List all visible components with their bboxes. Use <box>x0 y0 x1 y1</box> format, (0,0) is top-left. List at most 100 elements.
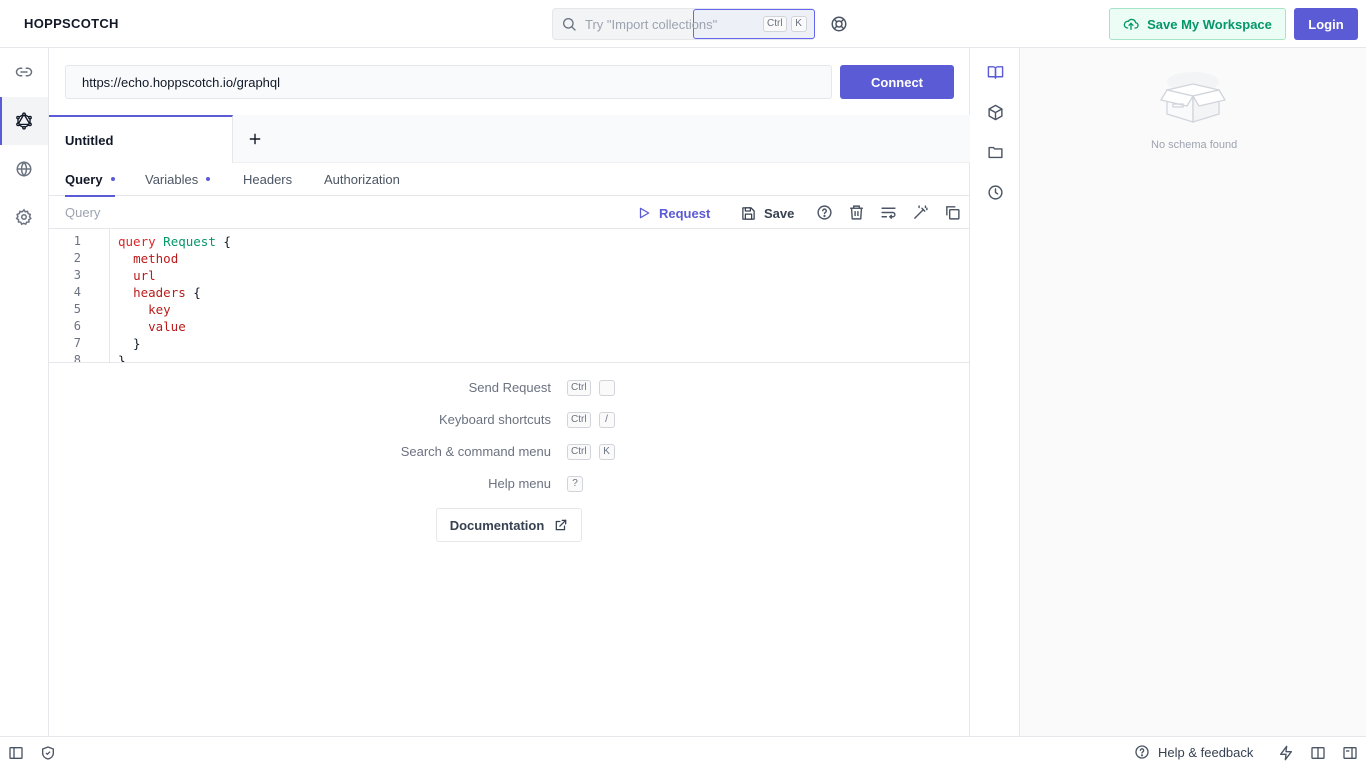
zap-icon[interactable] <box>1278 745 1294 761</box>
shortcut-row: Search & command menu Ctrl K <box>49 442 970 462</box>
kbd-key: Ctrl <box>567 412 591 428</box>
shortcut-keys: Ctrl K <box>567 444 615 460</box>
globe-icon <box>15 160 33 178</box>
save-icon <box>741 206 756 221</box>
request-subtabs: Query Variables Headers Authorization <box>49 163 970 197</box>
folder-icon <box>987 144 1004 161</box>
tab-query[interactable]: Query <box>65 163 115 197</box>
line-number: 2 <box>73 251 81 265</box>
shortcut-row: Help menu ? <box>49 474 970 494</box>
shortcut-label: Help menu <box>488 476 551 491</box>
query-editor[interactable]: 1 2 3 4 5 6 7 8 query Request { method u… <box>49 229 970 363</box>
rail-history[interactable] <box>971 172 1019 212</box>
line-number: 8 <box>73 353 81 363</box>
kbd-key <box>598 380 615 396</box>
clock-icon <box>987 184 1004 201</box>
line-number: 3 <box>73 268 81 282</box>
documentation-button[interactable]: Documentation <box>436 508 582 542</box>
tab-untitled[interactable]: Untitled <box>49 115 233 163</box>
status-bar: Help & feedback <box>0 736 1366 768</box>
support-icon[interactable] <box>830 15 848 33</box>
sidebar-toggle-icon[interactable] <box>8 745 24 761</box>
query-section-label: Query <box>65 205 101 220</box>
line-number-gutter: 1 2 3 4 5 6 7 8 <box>49 229 110 363</box>
login-button[interactable]: Login <box>1294 8 1358 40</box>
save-workspace-label: Save My Workspace <box>1147 16 1272 32</box>
code-line: value <box>148 319 186 334</box>
help-circle-icon[interactable] <box>816 204 834 222</box>
code-line: } <box>118 353 126 363</box>
documentation-label: Documentation <box>449 517 545 533</box>
kbd-key: Ctrl <box>567 380 591 396</box>
wrap-lines-icon[interactable] <box>880 204 898 222</box>
tab-headers[interactable]: Headers <box>243 163 292 195</box>
search-icon <box>561 16 577 32</box>
code-line: url <box>133 268 156 283</box>
plus-icon[interactable] <box>245 129 265 149</box>
save-workspace-button[interactable]: Save My Workspace <box>1109 8 1286 40</box>
search-placeholder: Try "Import collections" <box>585 17 718 32</box>
modified-dot <box>110 177 115 181</box>
line-number: 4 <box>73 285 81 299</box>
request-label: Request <box>659 205 711 221</box>
line-number: 6 <box>73 319 81 333</box>
save-button[interactable]: Save <box>741 202 794 224</box>
cloud-upload-icon <box>1123 16 1139 32</box>
line-number: 1 <box>73 234 81 248</box>
rail-schema[interactable] <box>971 92 1019 132</box>
code-line: method <box>133 251 179 266</box>
trash-icon[interactable] <box>848 204 866 222</box>
columns-layout-icon[interactable] <box>1310 745 1326 761</box>
secondary-sidebar <box>971 48 1020 736</box>
modified-dot <box>206 177 211 181</box>
kbd-key: K <box>790 16 807 32</box>
tab-authorization[interactable]: Authorization <box>324 163 400 195</box>
help-circle-icon <box>1134 744 1150 760</box>
nav-settings[interactable] <box>0 193 48 241</box>
line-number: 7 <box>73 336 81 350</box>
request-tab-bar: Untitled <box>49 115 970 163</box>
empty-box-illustration-icon <box>1159 70 1227 126</box>
kbd-key: / <box>598 412 615 428</box>
nav-realtime[interactable] <box>0 145 48 193</box>
sidebar-right-icon[interactable] <box>1342 745 1358 761</box>
send-request-button[interactable]: Request <box>637 202 710 224</box>
schema-panel <box>1020 48 1366 736</box>
endpoint-url-input[interactable] <box>65 65 832 99</box>
kbd-key: Ctrl <box>763 16 787 32</box>
tab-label: Variables <box>145 171 199 187</box>
book-open-icon <box>987 64 1004 81</box>
magic-wand-icon[interactable] <box>912 204 930 222</box>
kbd-key: ? <box>567 476 583 492</box>
tab-variables[interactable]: Variables <box>145 163 211 195</box>
save-label: Save <box>764 205 795 221</box>
shortcut-row: Keyboard shortcuts Ctrl / <box>49 410 970 430</box>
app-brand[interactable]: HOPPSCOTCH <box>24 16 119 31</box>
graphql-icon <box>15 112 33 130</box>
schema-empty-text: No schema found <box>1151 139 1238 151</box>
connect-button[interactable]: Connect <box>840 65 954 99</box>
shortcut-keys: Ctrl <box>567 380 615 396</box>
nav-rest[interactable] <box>0 48 48 96</box>
graphql-workspace: Connect Untitled Query Variables Headers… <box>49 48 970 736</box>
app-header: HOPPSCOTCH Try "Import collections" Ctrl… <box>0 0 1366 48</box>
search-bar[interactable]: Try "Import collections" Ctrl K <box>552 8 815 40</box>
rail-collections[interactable] <box>971 132 1019 172</box>
shield-check-icon[interactable] <box>40 745 56 761</box>
shortcut-label: Search & command menu <box>400 444 551 459</box>
kbd-key: K <box>598 444 615 460</box>
copy-icon[interactable] <box>944 204 962 222</box>
link-icon <box>15 63 33 81</box>
play-icon <box>637 206 651 220</box>
code-line: headers { <box>133 285 201 300</box>
code-line: key <box>148 302 171 317</box>
tab-label: Headers <box>243 171 293 187</box>
help-feedback-label: Help & feedback <box>1158 744 1254 760</box>
search-shortcut: Ctrl K <box>763 16 807 32</box>
shortcut-row: Send Request Ctrl <box>49 378 970 398</box>
tab-label: Authorization <box>324 171 400 187</box>
nav-graphql[interactable] <box>0 97 48 145</box>
rail-docs[interactable] <box>971 52 1019 92</box>
box-icon <box>987 104 1004 121</box>
help-feedback-button[interactable]: Help & feedback <box>1134 744 1253 760</box>
